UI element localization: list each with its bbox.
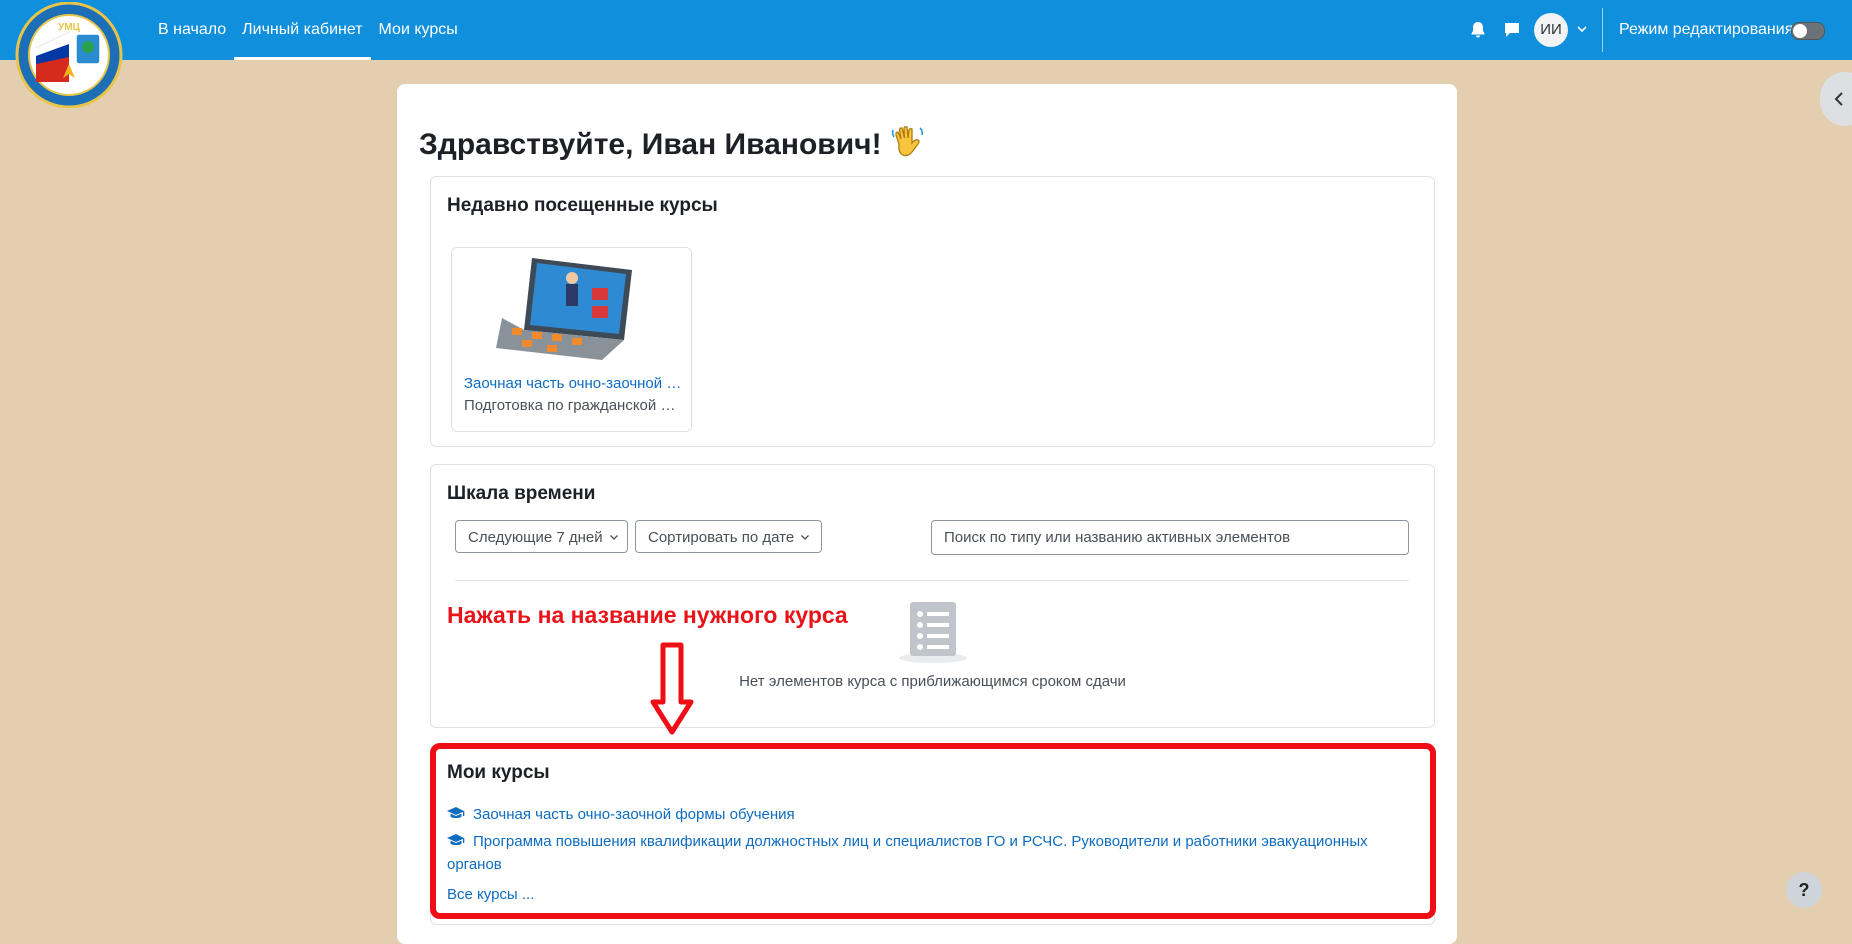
chat-icon[interactable] bbox=[1502, 20, 1522, 40]
right-drawer-toggle[interactable] bbox=[1820, 72, 1852, 126]
nav-link-home[interactable]: В начало bbox=[150, 0, 234, 60]
my-course-name: Заочная часть очно-заочной формы обучени… bbox=[473, 806, 795, 823]
bell-icon[interactable] bbox=[1468, 20, 1488, 40]
my-course-link[interactable]: Заочная часть очно-заочной формы обучени… bbox=[447, 803, 1397, 826]
graduation-cap-icon bbox=[447, 807, 465, 819]
my-course-name: Программа повышения квалификации должнос… bbox=[447, 833, 1368, 873]
timeline-empty-message: Нет элементов курса с приближающимся сро… bbox=[739, 673, 1126, 690]
nav-link-my-courses[interactable]: Мои курсы bbox=[371, 0, 466, 60]
recently-accessed-courses-block: Недавно посещенные курсы Заочная часть о… bbox=[430, 176, 1435, 447]
timeline-divider bbox=[455, 580, 1409, 581]
main-content: Здравствуйте, Иван Иванович! Недавно пос… bbox=[397, 84, 1457, 944]
organization-logo[interactable]: УМЦ bbox=[14, 2, 124, 108]
edit-mode-toggle[interactable] bbox=[1791, 22, 1825, 40]
my-courses-block: Мои курсы Заочная часть очно-заочной фор… bbox=[430, 745, 1435, 925]
chevron-down-icon[interactable] bbox=[1576, 23, 1588, 35]
recent-courses-title: Недавно посещенные курсы bbox=[447, 195, 718, 216]
timeline-days-filter[interactable]: Следующие 7 дней bbox=[455, 520, 628, 553]
user-avatar[interactable]: ИИ bbox=[1534, 13, 1568, 47]
page-title: Здравствуйте, Иван Иванович! bbox=[419, 124, 926, 162]
sort-label: Сортировать по дате bbox=[648, 529, 795, 546]
down-arrow-annotation bbox=[650, 642, 694, 735]
primary-navigation: В начало Личный кабинет Мои курсы bbox=[150, 0, 466, 60]
timeline-sort-select[interactable]: Сортировать по дате bbox=[635, 520, 822, 553]
timeline-search-input[interactable] bbox=[931, 520, 1409, 555]
chevron-down-icon bbox=[801, 535, 810, 540]
all-courses-link[interactable]: Все курсы ... bbox=[447, 886, 534, 903]
instruction-annotation: Нажать на название нужного курса bbox=[447, 602, 848, 628]
course-name-link[interactable]: Заочная часть очно-заочной формы обучени… bbox=[464, 375, 682, 392]
course-card[interactable]: Заочная часть очно-заочной формы обучени… bbox=[451, 247, 692, 432]
top-navbar: В начало Личный кабинет Мои курсы ИИ Реж… bbox=[0, 0, 1852, 60]
svg-text:УМЦ: УМЦ bbox=[58, 22, 81, 33]
my-course-link[interactable]: Программа повышения квалификации должнос… bbox=[447, 830, 1397, 876]
navbar-divider bbox=[1602, 8, 1603, 52]
graduation-cap-icon bbox=[447, 834, 465, 846]
chevron-left-icon bbox=[1834, 92, 1843, 106]
course-image bbox=[496, 258, 632, 360]
my-courses-title: Мои курсы bbox=[447, 762, 550, 783]
edit-mode-label: Режим редактирования bbox=[1619, 21, 1794, 38]
timeline-title: Шкала времени bbox=[447, 483, 596, 504]
course-category: Подготовка по гражданской обороне bbox=[464, 397, 682, 414]
my-courses-list: Заочная часть очно-заочной формы обучени… bbox=[447, 803, 1397, 876]
days-filter-label: Следующие 7 дней bbox=[468, 529, 603, 546]
empty-list-icon bbox=[899, 602, 967, 663]
help-button[interactable]: ? bbox=[1786, 872, 1822, 908]
toggle-knob bbox=[1793, 24, 1807, 38]
greeting-text: Здравствуйте, Иван Иванович! bbox=[419, 128, 882, 161]
timeline-block: Шкала времени Следующие 7 дней Сортирова… bbox=[430, 464, 1435, 728]
nav-link-dashboard[interactable]: Личный кабинет bbox=[234, 0, 371, 60]
waving-hand-icon bbox=[891, 126, 923, 157]
chevron-down-icon bbox=[609, 535, 618, 540]
